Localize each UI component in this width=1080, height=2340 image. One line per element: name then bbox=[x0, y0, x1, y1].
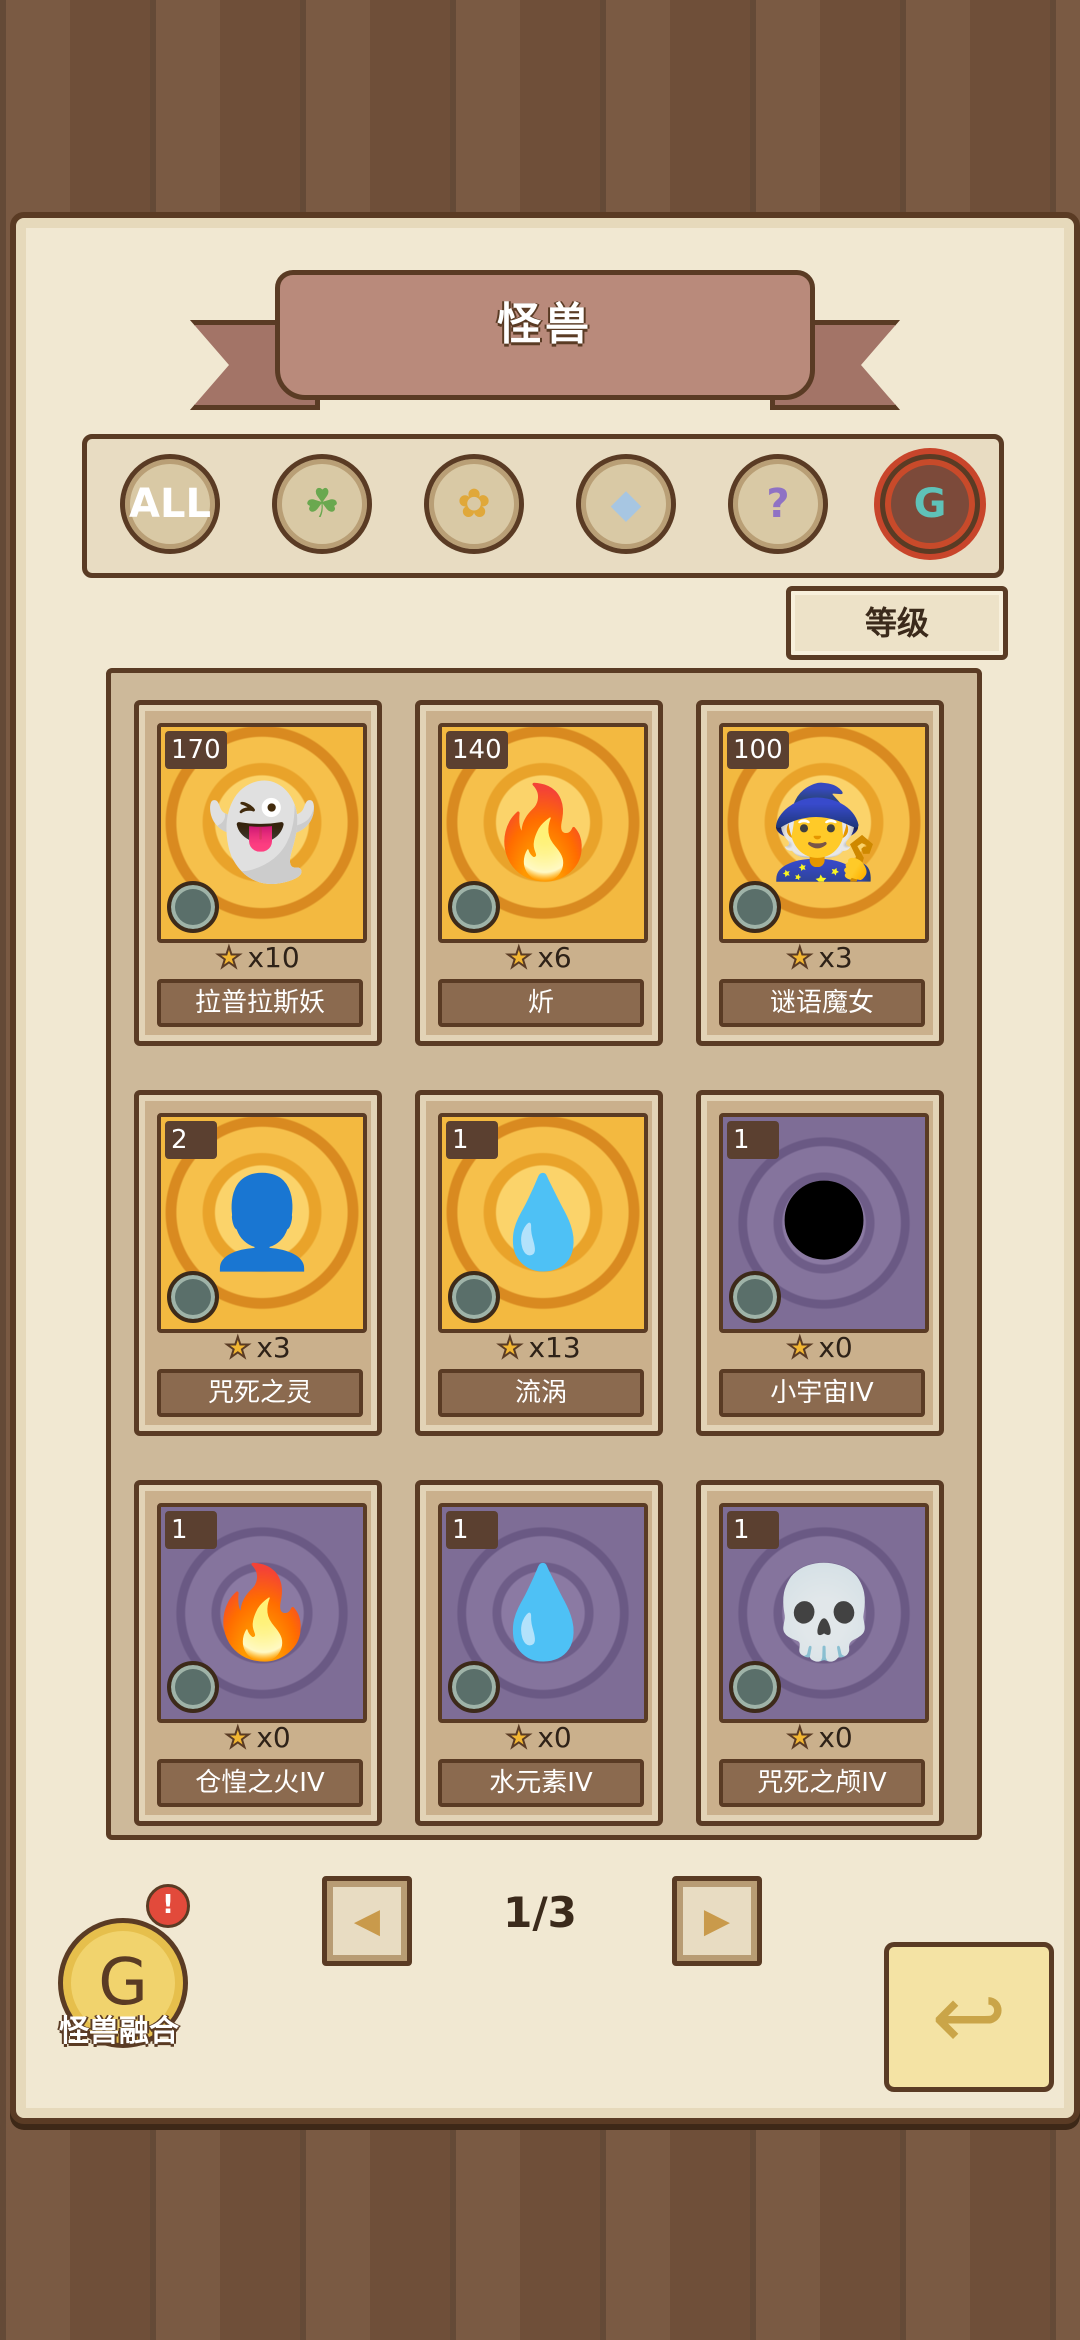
monster-portrait-icon: 💧 bbox=[486, 1170, 600, 1275]
level-badge: 1 bbox=[446, 1121, 498, 1159]
monster-card[interactable]: 1 🌑 ★ x0 小宇宙IV bbox=[696, 1090, 944, 1436]
monster-card[interactable]: 1 💀 ★ x0 咒死之颅IV bbox=[696, 1480, 944, 1826]
star-icon: ★ bbox=[505, 1720, 532, 1755]
element-rune-icon bbox=[729, 881, 781, 933]
monster-fusion-label: 怪兽融合 bbox=[59, 2014, 179, 2049]
monster-name: 谜语魔女 bbox=[719, 979, 925, 1027]
star-count: ★ x3 bbox=[786, 940, 853, 975]
star-count: ★ x0 bbox=[505, 1720, 572, 1755]
monster-portrait-icon: 🔥 bbox=[486, 780, 600, 885]
star-icon: ★ bbox=[224, 1330, 251, 1365]
star-count: ★ x3 bbox=[224, 1330, 291, 1365]
element-rune-icon bbox=[448, 1271, 500, 1323]
prev-page-button[interactable]: ◀ bbox=[322, 1876, 412, 1966]
star-icon: ★ bbox=[505, 940, 532, 975]
monster-card[interactable]: 1 🔥 ★ x0 仓惶之火IV bbox=[134, 1480, 382, 1826]
leaf-icon: ☘ bbox=[304, 481, 340, 527]
star-icon: ★ bbox=[786, 940, 813, 975]
monster-name: 水元素IV bbox=[438, 1759, 644, 1807]
monster-card[interactable]: 170 👻 ★ x10 拉普拉斯妖 bbox=[134, 700, 382, 1046]
paw-icon: ✿ bbox=[457, 481, 491, 527]
star-count: ★ x6 bbox=[505, 940, 572, 975]
level-badge: 170 bbox=[165, 731, 227, 769]
crystal-icon: ◆ bbox=[610, 481, 642, 527]
element-rune-icon bbox=[448, 881, 500, 933]
monster-name: 流涡 bbox=[438, 1369, 644, 1417]
level-badge: 1 bbox=[446, 1511, 498, 1549]
all-icon: ALL bbox=[129, 481, 211, 527]
monster-card[interactable]: 100 🧙 ★ x3 谜语魔女 bbox=[696, 700, 944, 1046]
star-count: ★ x10 bbox=[215, 940, 300, 975]
chevron-right-icon: ▶ bbox=[703, 1901, 731, 1941]
star-icon: ★ bbox=[786, 1720, 813, 1755]
element-rune-icon bbox=[167, 1271, 219, 1323]
monster-art: 1 🌑 bbox=[719, 1113, 929, 1333]
monster-portrait-icon: 👻 bbox=[205, 780, 319, 885]
element-rune-icon bbox=[729, 1271, 781, 1323]
chevron-left-icon: ◀ bbox=[353, 1901, 381, 1941]
monster-art: 1 💀 bbox=[719, 1503, 929, 1723]
monster-card[interactable]: 140 🔥 ★ x6 炘 bbox=[415, 700, 663, 1046]
page-indicator: 1/3 bbox=[503, 1888, 577, 1937]
filter-plant-button[interactable]: ☘ bbox=[272, 454, 372, 554]
monster-name: 炘 bbox=[438, 979, 644, 1027]
star-icon: ★ bbox=[215, 940, 242, 975]
return-arrow-icon: ↩ bbox=[931, 1964, 1007, 2070]
monster-name: 咒死之颅IV bbox=[719, 1759, 925, 1807]
monster-name: 拉普拉斯妖 bbox=[157, 979, 363, 1027]
element-rune-icon bbox=[167, 881, 219, 933]
level-badge: 1 bbox=[727, 1511, 779, 1549]
monster-name: 小宇宙IV bbox=[719, 1369, 925, 1417]
page-title: 怪兽 bbox=[497, 299, 593, 350]
monster-portrait-icon: 💀 bbox=[767, 1560, 881, 1665]
star-icon: ★ bbox=[224, 1720, 251, 1755]
monster-portrait-icon: 🧙 bbox=[767, 780, 881, 885]
monster-card[interactable]: 1 💧 ★ x0 水元素IV bbox=[415, 1480, 663, 1826]
monster-art: 1 🔥 bbox=[157, 1503, 367, 1723]
sort-level-button[interactable]: 等级 bbox=[786, 586, 1008, 660]
star-icon: ★ bbox=[496, 1330, 523, 1365]
alert-badge: ! bbox=[146, 1884, 190, 1928]
back-button[interactable]: ↩ bbox=[884, 1942, 1054, 2092]
monster-name: 咒死之灵 bbox=[157, 1369, 363, 1417]
level-badge: 1 bbox=[165, 1511, 217, 1549]
monster-portrait-icon: 👤 bbox=[205, 1170, 319, 1275]
level-badge: 100 bbox=[727, 731, 789, 769]
monster-portrait-icon: 💧 bbox=[486, 1560, 600, 1665]
filter-beast-button[interactable]: ✿ bbox=[424, 454, 524, 554]
level-badge: 2 bbox=[165, 1121, 217, 1159]
monster-portrait-icon: 🔥 bbox=[205, 1560, 319, 1665]
monster-art: 1 💧 bbox=[438, 1113, 648, 1333]
monster-card[interactable]: 1 💧 ★ x13 流涡 bbox=[415, 1090, 663, 1436]
monster-art: 2 👤 bbox=[157, 1113, 367, 1333]
next-page-button[interactable]: ▶ bbox=[672, 1876, 762, 1966]
level-badge: 1 bbox=[727, 1121, 779, 1159]
monster-art: 140 🔥 bbox=[438, 723, 648, 943]
star-count: ★ x13 bbox=[496, 1330, 581, 1365]
star-count: ★ x0 bbox=[786, 1720, 853, 1755]
monster-art: 100 🧙 bbox=[719, 723, 929, 943]
rune-icon: G bbox=[913, 481, 947, 527]
filter-all-button[interactable]: ALL bbox=[120, 454, 220, 554]
filter-rune-button[interactable]: G bbox=[880, 454, 980, 554]
monster-portrait-icon: 🌑 bbox=[777, 1170, 871, 1275]
element-rune-icon bbox=[448, 1661, 500, 1713]
element-rune-icon bbox=[167, 1661, 219, 1713]
star-count: ★ x0 bbox=[786, 1330, 853, 1365]
filter-unknown-button[interactable]: ? bbox=[728, 454, 828, 554]
star-icon: ★ bbox=[786, 1330, 813, 1365]
question-icon: ? bbox=[766, 481, 790, 527]
monster-card[interactable]: 2 👤 ★ x3 咒死之灵 bbox=[134, 1090, 382, 1436]
star-count: ★ x0 bbox=[224, 1720, 291, 1755]
filter-bar bbox=[82, 434, 1004, 578]
filter-crystal-button[interactable]: ◆ bbox=[576, 454, 676, 554]
monster-art: 170 👻 bbox=[157, 723, 367, 943]
monster-art: 1 💧 bbox=[438, 1503, 648, 1723]
level-badge: 140 bbox=[446, 731, 508, 769]
monster-name: 仓惶之火IV bbox=[157, 1759, 363, 1807]
element-rune-icon bbox=[729, 1661, 781, 1713]
